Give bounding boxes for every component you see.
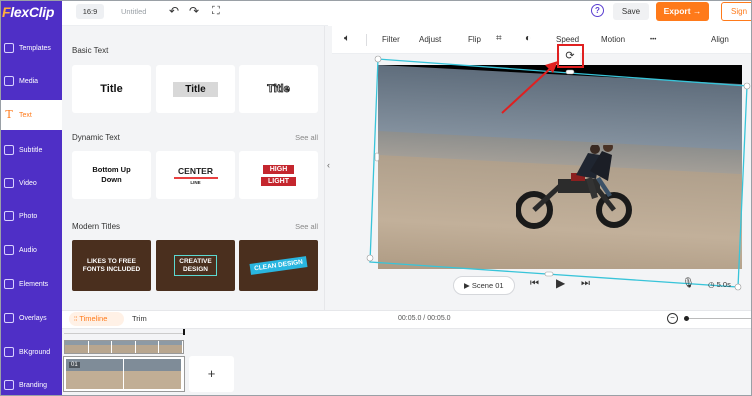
tab-timeline[interactable]: ⦙⦙ Timeline	[69, 312, 124, 326]
tab-trim[interactable]: Trim	[132, 314, 147, 323]
scene-duration[interactable]: ◷ 5.0s	[708, 280, 731, 289]
timeline-time: 00:05.0 / 00:05.0	[398, 315, 451, 322]
rotate-highlight-box	[557, 44, 584, 68]
previous-scene-icon[interactable]: ⏮	[530, 278, 539, 289]
clock-icon: ◷	[708, 280, 717, 289]
zoom-slider-handle[interactable]	[684, 316, 689, 321]
microphone-icon[interactable]: 🎙︎	[682, 278, 695, 289]
play-small-icon: ▶	[464, 281, 472, 290]
scene-selector[interactable]: ▶ Scene 01	[453, 276, 515, 295]
scene-clip[interactable]	[63, 356, 185, 392]
zoom-out-icon[interactable]: −	[667, 313, 678, 324]
zoom-slider[interactable]	[686, 318, 752, 319]
timeline-ruler	[64, 330, 184, 334]
playhead[interactable]	[183, 329, 185, 335]
clip-index: 01	[69, 362, 80, 368]
video-frame-strip[interactable]	[64, 340, 184, 354]
play-icon[interactable]: ▶	[556, 276, 565, 290]
next-scene-icon[interactable]: ⏭	[581, 278, 590, 289]
add-scene-button[interactable]: +	[189, 356, 234, 392]
